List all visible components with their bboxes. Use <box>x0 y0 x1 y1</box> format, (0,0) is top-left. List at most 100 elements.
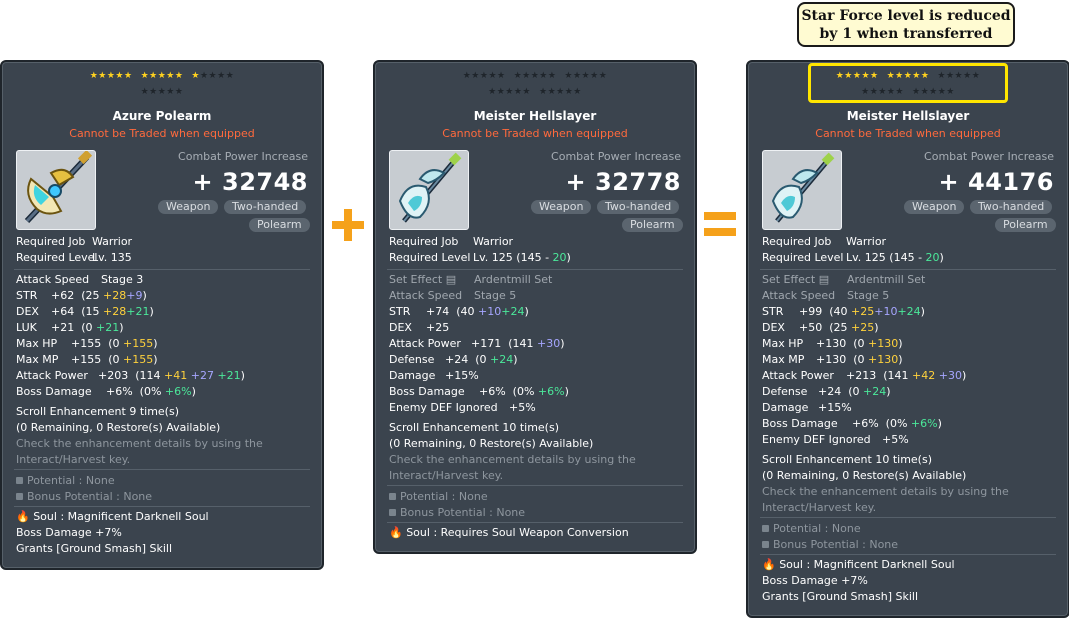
divider <box>387 522 683 523</box>
soul-flame-icon: 🔥 <box>762 558 776 571</box>
stat-base: (40 <box>829 305 852 318</box>
stat-value: +24 <box>818 385 842 398</box>
item-name: Meister Hellslayer <box>473 109 597 123</box>
required-level: Required LevelLv. 135 <box>16 250 132 266</box>
star-force-highlight <box>808 63 1008 103</box>
stat-label: DEX <box>16 305 39 318</box>
required-level-label: Required Level <box>16 251 98 264</box>
potential: Potential : None <box>389 489 488 505</box>
stat-label: STR <box>16 289 38 302</box>
tag-weapon: Weapon <box>158 200 219 214</box>
combat-power-number: 44176 <box>968 168 1054 196</box>
stat-flame-bonus: +24 <box>863 385 887 398</box>
stat-label: Max MP <box>16 353 59 366</box>
scroll-enhancement: Scroll Enhancement 10 time(s) <box>762 453 932 466</box>
stat-close: ) <box>153 337 158 350</box>
star-force-row-1: ★★★★★ ★★★★★ ★★★★★ <box>462 71 608 81</box>
tag-two-handed: Two-handed <box>224 200 307 214</box>
stat-value: +62 <box>51 289 75 302</box>
stat-label: Boss Damage <box>762 417 838 430</box>
stat-flame-bonus: +24 <box>490 353 514 366</box>
stat-label: DEX <box>762 321 785 334</box>
combat-power-plus: + <box>938 168 960 196</box>
stat-enhance-bonus: +10 <box>874 305 898 318</box>
item-tooltip-azure-polearm: ★★★★★ ★★★★★ ★★★★★ ★★★★★ Azure Polearm Cann… <box>0 60 324 570</box>
stat-close: ) <box>920 305 925 318</box>
stat-close: ) <box>898 353 903 366</box>
stat-attack-speed: Attack Speed Stage 3 <box>16 272 143 288</box>
stat-close: ) <box>149 305 154 318</box>
restore-info: (0 Remaining, 0 Restore(s) Available) <box>389 437 594 450</box>
stat-base: (15 <box>81 305 104 318</box>
stat-label: Defense <box>389 353 435 366</box>
stat-defense: Defense +24 (0 +24) <box>762 384 891 400</box>
stat-label: Attack Power <box>16 369 88 382</box>
divider <box>14 469 310 470</box>
enhancement-hint-1: Check the enhancement details by using t… <box>389 453 636 466</box>
restore-info: (0 Remaining, 0 Restore(s) Available) <box>762 469 967 482</box>
stat-label: Max HP <box>762 337 804 350</box>
stat-value: +213 <box>846 369 877 382</box>
divider <box>387 485 683 486</box>
stat-label: Damage <box>762 401 809 414</box>
soul-effect: Boss Damage +7% <box>762 574 868 587</box>
tag-weapon: Weapon <box>531 200 592 214</box>
required-level-close: ) <box>566 251 571 264</box>
stat-scroll-bonus: +155 <box>123 337 154 350</box>
enhancement-hint-1: Check the enhancement details by using t… <box>762 485 1009 498</box>
soul: 🔥 Soul : Magnificent Darknell Soul <box>762 557 955 573</box>
stat-label: STR <box>762 305 784 318</box>
enhancement-hint-1: Check the enhancement details by using t… <box>16 437 263 450</box>
stat-flame-bonus: +24 <box>897 305 921 318</box>
stat-label: Enemy DEF Ignored <box>389 401 498 414</box>
stat-scroll-bonus: +42 <box>912 369 936 382</box>
stat-scroll-bonus: +28 <box>103 305 127 318</box>
hellslayer-icon <box>762 150 842 230</box>
combat-power-label: Combat Power Increase <box>924 150 1054 163</box>
stat-value: +64 <box>51 305 75 318</box>
soul-skill: Grants [Ground Smash] Skill <box>16 542 172 555</box>
tag-polearm: Polearm <box>249 218 310 232</box>
stat-damage: Damage +15% <box>762 400 852 416</box>
stat-value: Stage 5 <box>847 289 890 302</box>
set-effect-icon: ▤ <box>445 273 457 286</box>
soul: 🔥 Soul : Magnificent Darknell Soul <box>16 509 209 525</box>
stat-base: (114 <box>135 369 165 382</box>
stat-base: (0% <box>139 385 165 398</box>
stat-dex: DEX +25 <box>389 320 449 336</box>
required-job: Required Job Warrior <box>762 234 886 250</box>
callout-line-1: Star Force level is reduced <box>801 8 1011 24</box>
set-effect: Set Effect ▤ Ardentmill Set <box>762 272 925 288</box>
potential: Potential : None <box>762 521 861 537</box>
stat-base: (0 <box>108 337 124 350</box>
stat-value: Stage 5 <box>474 289 517 302</box>
stat-base: (0 <box>848 385 864 398</box>
scroll-enhancement: Scroll Enhancement 10 time(s) <box>389 421 559 434</box>
stat-value: +6% <box>852 417 879 430</box>
bonus-potential: Bonus Potential : None <box>762 537 898 553</box>
stat-str: STR +99 (40 +25+10+24) <box>762 304 925 320</box>
set-effect-value: Ardentmill Set <box>474 273 553 286</box>
bonus-potential-icon <box>16 493 23 500</box>
stat-label: Boss Damage <box>16 385 92 398</box>
required-level-label: Required Level <box>762 251 844 264</box>
stat-label: DEX <box>389 321 412 334</box>
divider <box>14 506 310 507</box>
stat-label: Attack Speed <box>16 273 90 286</box>
bonus-potential: Bonus Potential : None <box>16 489 152 505</box>
required-job-label: Required Job <box>16 235 86 248</box>
stat-attack-power: Attack Power +213 (141 +42 +30) <box>762 368 966 384</box>
combat-power-value: + 32748 <box>193 168 308 196</box>
stat-flame-bonus: +6% <box>537 385 565 398</box>
stat-close: ) <box>191 385 196 398</box>
stat-label: Damage <box>389 369 436 382</box>
required-level: Required Level Lv. 125 (145 - 20) <box>389 250 571 266</box>
set-effect-label: Set Effect ▤ <box>762 272 847 288</box>
required-job-label: Required Job <box>389 235 459 248</box>
stat-label: Max MP <box>762 353 805 366</box>
divider <box>760 517 1056 518</box>
stat-max-hp: Max HP +155 (0 +155) <box>16 336 158 352</box>
stat-value: +5% <box>509 401 536 414</box>
required-level-value: Lv. 125 <box>473 251 513 264</box>
set-effect-label: Set Effect ▤ <box>389 272 474 288</box>
